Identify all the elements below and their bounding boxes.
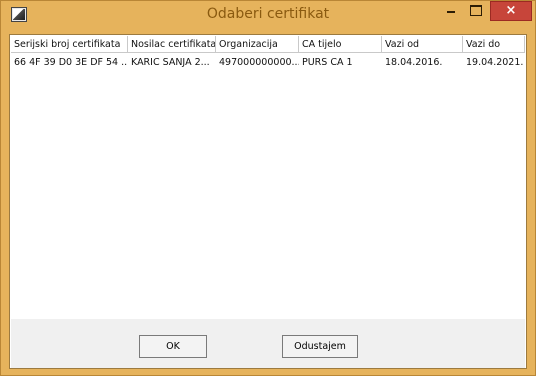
close-icon: × — [505, 3, 517, 18]
button-panel: OK Odustajem — [11, 319, 525, 368]
cell-organization: 497000000000... — [219, 57, 299, 68]
column-header-serial[interactable]: Serijski broj certifikata — [11, 36, 128, 53]
column-header-valid-from[interactable]: Vazi od — [382, 36, 463, 53]
cell-valid-to: 19.04.2021. — [466, 57, 524, 68]
column-header-ca[interactable]: CA tijelo — [299, 36, 382, 53]
cell-serial: 66 4F 39 D0 3E DF 54 ... — [14, 57, 128, 68]
list-header: Serijski broj certifikata Nosilac certif… — [11, 36, 525, 53]
cell-ca: PURS CA 1 — [302, 57, 353, 68]
title-bar[interactable]: Odaberi certifikat × — [1, 1, 535, 34]
window-frame: Odaberi certifikat × Serijski broj certi… — [0, 0, 536, 376]
ok-button[interactable]: OK — [139, 335, 207, 358]
certificate-list[interactable]: Serijski broj certifikata Nosilac certif… — [11, 36, 525, 318]
maximize-icon — [470, 5, 482, 16]
minimize-button[interactable] — [439, 1, 463, 21]
column-header-holder[interactable]: Nosilac certifikata — [128, 36, 216, 53]
column-header-organization[interactable]: Organizacija — [216, 36, 299, 53]
cancel-button[interactable]: Odustajem — [282, 335, 358, 358]
dialog-client-area: Serijski broj certifikata Nosilac certif… — [9, 34, 527, 369]
cell-holder: KARIC SANJA 2... — [131, 57, 210, 68]
cell-valid-from: 18.04.2016. — [385, 57, 443, 68]
minimize-icon — [447, 11, 455, 13]
table-row[interactable]: 66 4F 39 D0 3E DF 54 ... KARIC SANJA 2..… — [11, 54, 525, 71]
close-button[interactable]: × — [490, 1, 532, 21]
column-header-valid-to[interactable]: Vazi do — [463, 36, 525, 53]
maximize-button[interactable] — [463, 1, 489, 21]
